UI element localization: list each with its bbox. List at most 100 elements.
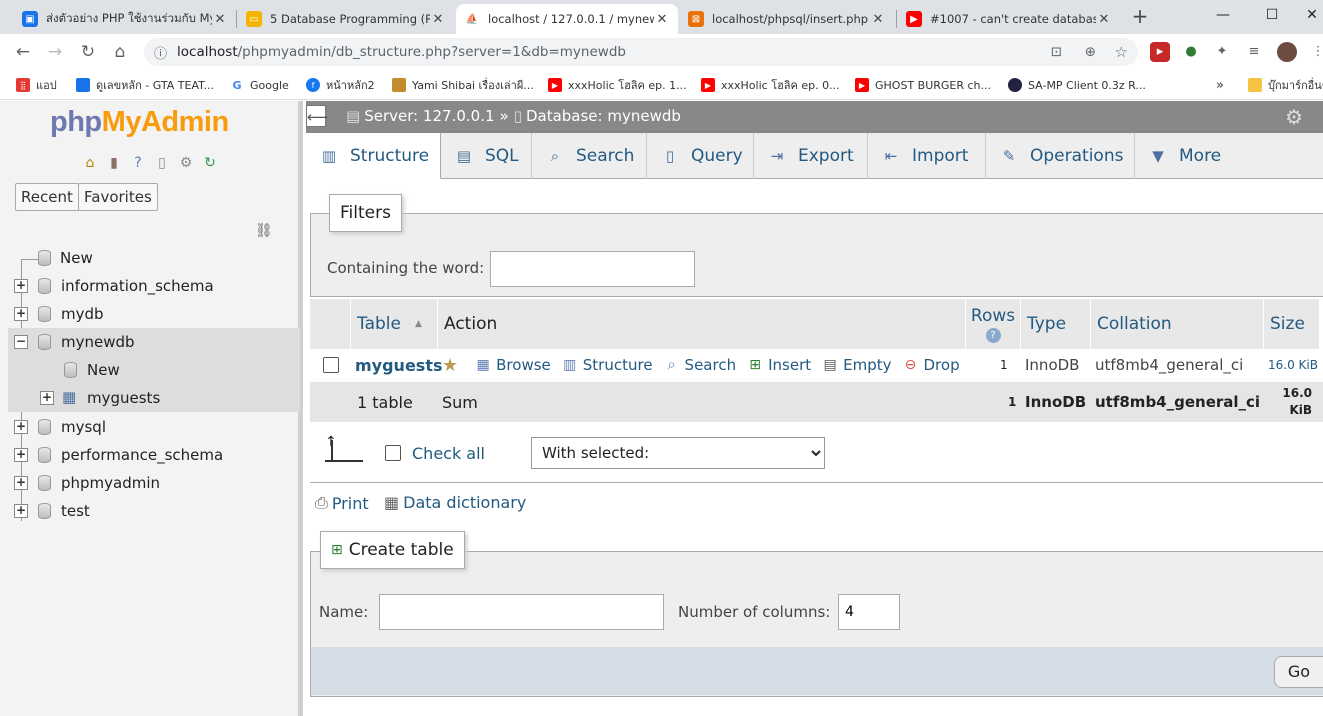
tab-query[interactable]: ▯ Query — [647, 133, 754, 179]
back-arrow-icon[interactable]: ← — [12, 41, 34, 63]
help-icon[interactable]: ? — [985, 327, 1001, 343]
breadcrumb-server[interactable]: Server: 127.0.0.1 — [364, 107, 494, 125]
expand-plus-icon[interactable]: + — [14, 448, 28, 462]
number-of-columns-input[interactable] — [838, 594, 900, 630]
home-icon[interactable]: ⌂ — [109, 41, 131, 63]
tree-item-new-table[interactable]: New — [8, 356, 300, 384]
column-header-table[interactable]: Table ▲ — [351, 299, 437, 349]
tree-item-database[interactable]: + mydb — [0, 300, 300, 328]
docs-icon[interactable]: ▯ — [152, 153, 172, 173]
new-tab-button[interactable]: + — [1130, 6, 1150, 26]
table-name-link[interactable]: myguests — [355, 351, 443, 379]
info-icon[interactable]: ⓘ — [154, 43, 167, 62]
browser-tab-5[interactable]: ▶ #1007 - can't create database ✕ — [898, 4, 1120, 34]
expand-plus-icon[interactable]: + — [14, 307, 28, 321]
tree-item-database[interactable]: + mysql — [0, 413, 300, 441]
extension-red-icon[interactable]: ▸ — [1150, 42, 1170, 62]
more-bookmarks-chevron[interactable]: » — [1216, 76, 1224, 94]
check-all-label[interactable]: Check all — [412, 444, 485, 463]
expand-plus-icon[interactable]: + — [14, 279, 28, 293]
empty-action[interactable]: ▤ Empty — [821, 356, 892, 374]
bookmark-item[interactable]: ดูเลขหลัก - GTA TEAT... — [76, 76, 214, 94]
expand-plus-icon[interactable]: + — [14, 504, 28, 518]
row-checkbox[interactable] — [323, 357, 339, 373]
structure-action[interactable]: ▥ Structure — [561, 356, 652, 374]
bookmark-item[interactable]: ▶ xxxHolic โฮลิค ep. 0... — [701, 76, 840, 94]
expand-plus-icon[interactable]: + — [14, 476, 28, 490]
tree-item-database-selected[interactable]: − mynewdb — [8, 328, 300, 356]
breadcrumb-database[interactable]: Database: mynewdb — [526, 107, 681, 125]
tree-item-database[interactable]: + phpmyadmin — [0, 469, 300, 497]
bookmark-item[interactable]: ▶ xxxHolic โฮลิค ep. 1... — [548, 76, 687, 94]
drop-action[interactable]: ⊖ Drop — [902, 356, 960, 374]
home-icon[interactable]: ⌂ — [80, 153, 100, 173]
with-selected-dropdown[interactable]: With selected: — [531, 437, 825, 469]
check-all-checkbox[interactable] — [385, 445, 401, 461]
browser-tab-1[interactable]: ▣ ส่งตัวอย่าง PHP ใช้งานร่วมกับ MySQL ✕ — [14, 4, 236, 34]
reload-icon[interactable]: ↻ — [77, 41, 99, 63]
extensions-puzzle-icon[interactable]: ✦ — [1212, 42, 1232, 62]
close-tab-icon[interactable]: ✕ — [212, 12, 228, 27]
close-tab-icon[interactable]: ✕ — [654, 12, 670, 27]
bookmark-apps[interactable]: ⣿ แอป — [16, 76, 57, 94]
tree-item-new[interactable]: New — [0, 244, 300, 272]
browser-tab-2[interactable]: ▭ 5 Database Programming (PH ✕ — [238, 4, 454, 34]
reload-icon[interactable]: ↻ — [200, 153, 220, 173]
bookmark-item[interactable]: ▶ GHOST BURGER ch... — [855, 76, 991, 94]
insert-action[interactable]: ⊞ Insert — [746, 356, 811, 374]
browser-tab-4[interactable]: ⊠ localhost/phpsql/insert.php ✕ — [680, 4, 894, 34]
browser-menu-icon[interactable]: ⋮ — [1308, 42, 1323, 62]
recent-tab[interactable]: Recent — [15, 183, 79, 211]
column-header-collation[interactable]: Collation — [1091, 299, 1263, 349]
link-chain-icon[interactable]: ⛓ — [255, 223, 273, 239]
favorite-star-icon[interactable]: ★ — [442, 355, 458, 376]
filter-word-input[interactable] — [490, 251, 695, 287]
bookmark-item[interactable]: Yami Shibai เรื่องเล่าผี... — [392, 76, 534, 94]
tree-item-database[interactable]: + test — [0, 497, 300, 525]
browser-tab-3-active[interactable]: ⛵ localhost / 127.0.0.1 / mynewdb ✕ — [456, 4, 678, 34]
extension-globe-icon[interactable]: ● — [1181, 42, 1201, 62]
column-header-size[interactable]: Size — [1264, 299, 1319, 349]
gear-icon[interactable]: ⚙ — [1285, 105, 1303, 129]
bookmark-other[interactable]: บุ๊กมาร์กอื่นๆ — [1248, 76, 1323, 94]
browse-action[interactable]: ▦ Browse — [474, 356, 551, 374]
collapse-nav-arrow-icon[interactable]: ⟵ — [306, 105, 329, 127]
column-header-type[interactable]: Type — [1021, 299, 1090, 349]
tab-import[interactable]: ⇤ Import — [868, 133, 986, 179]
tree-item-table[interactable]: + ▦ myguests — [8, 384, 300, 412]
close-window-button[interactable]: ✕ — [1292, 0, 1323, 30]
tab-search[interactable]: ⌕ Search — [532, 133, 647, 179]
address-bar[interactable]: ⓘ localhost/phpmyadmin/db_structure.php?… — [144, 38, 1138, 66]
data-dictionary-link[interactable]: ▦ Data dictionary — [384, 493, 526, 512]
favorites-tab[interactable]: Favorites — [78, 183, 158, 211]
tree-item-database[interactable]: + performance_schema — [0, 441, 300, 469]
tree-item-database[interactable]: + information_schema — [0, 272, 300, 300]
bookmark-item[interactable]: G Google — [230, 76, 289, 94]
forward-arrow-icon[interactable]: → — [44, 41, 66, 63]
print-link[interactable]: ⎙ Print — [315, 493, 369, 513]
collapse-minus-icon[interactable]: − — [14, 335, 28, 349]
column-header-rows[interactable]: Rows? — [966, 299, 1020, 349]
phpmyadmin-logo[interactable]: phpMyAdmin — [50, 106, 229, 139]
tab-structure[interactable]: ▥ Structure — [306, 133, 441, 179]
zoom-icon[interactable]: ⊕ — [1085, 44, 1096, 60]
minimize-button[interactable]: — — [1203, 0, 1243, 30]
size-link[interactable]: 16.0 KiB — [1268, 351, 1318, 379]
close-tab-icon[interactable]: ✕ — [430, 12, 446, 27]
bookmark-item[interactable]: f หน้าหลัก2 — [306, 76, 375, 94]
search-action[interactable]: ⌕ Search — [663, 356, 736, 374]
translate-icon[interactable]: ⊡ — [1051, 44, 1062, 60]
bookmark-item[interactable]: SA-MP Client 0.3z R... — [1008, 76, 1146, 94]
expand-plus-icon[interactable]: + — [14, 420, 28, 434]
gear-icon[interactable]: ⚙ — [176, 153, 196, 173]
table-name-input[interactable] — [379, 594, 664, 630]
media-control-icon[interactable]: ≡ — [1244, 42, 1264, 62]
profile-avatar[interactable] — [1277, 42, 1297, 62]
maximize-button[interactable]: ☐ — [1252, 0, 1292, 30]
tab-export[interactable]: ⇥ Export — [754, 133, 868, 179]
bookmark-star-icon[interactable]: ☆ — [1115, 43, 1128, 61]
close-tab-icon[interactable]: ✕ — [870, 12, 886, 27]
tab-operations[interactable]: ✎ Operations — [986, 133, 1135, 179]
tab-sql[interactable]: ▤ SQL — [441, 133, 532, 179]
close-tab-icon[interactable]: ✕ — [1096, 12, 1112, 27]
